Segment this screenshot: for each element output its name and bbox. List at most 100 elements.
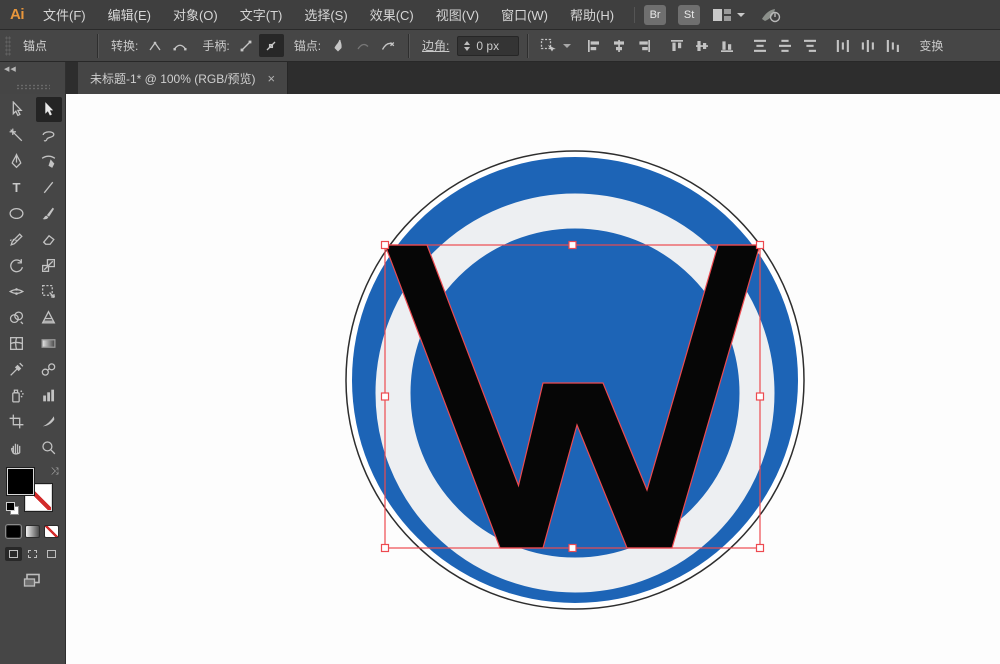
fill-color-swatch[interactable]	[7, 468, 34, 495]
canvas-area[interactable]	[66, 94, 1000, 664]
workspace-switcher-button[interactable]	[712, 7, 745, 23]
align-vertical-center-button[interactable]	[689, 34, 714, 57]
hand-tool[interactable]	[4, 435, 30, 460]
collapse-panel-button[interactable]: ◀◀	[4, 65, 65, 73]
curvature-tool[interactable]	[36, 149, 62, 174]
paintbrush-tool[interactable]	[36, 201, 62, 226]
gpu-performance-button[interactable]	[759, 6, 783, 24]
eraser-tool[interactable]	[36, 227, 62, 252]
eyedropper-tool[interactable]	[4, 357, 30, 382]
scale-tool[interactable]	[36, 253, 62, 278]
close-tab-icon[interactable]: ×	[268, 71, 276, 86]
hide-handles-button[interactable]	[259, 34, 284, 57]
cut-path-button[interactable]	[375, 34, 400, 57]
align-right-icon	[636, 38, 652, 54]
stepper-up-icon[interactable]	[464, 41, 470, 45]
column-graph-tool[interactable]	[36, 383, 62, 408]
rotate-tool-icon	[8, 257, 25, 274]
screen-mode-button[interactable]	[23, 573, 43, 593]
lasso-tool[interactable]	[36, 123, 62, 148]
panel-drag-grip[interactable]	[16, 84, 50, 90]
distribute-top-button[interactable]	[747, 34, 772, 57]
distribute-vertical-center-button[interactable]	[772, 34, 797, 57]
stock-button[interactable]: St	[678, 5, 700, 25]
gradient-tool[interactable]	[36, 331, 62, 356]
distribute-left-button[interactable]	[830, 34, 855, 57]
selection-handle-middle-right[interactable]	[757, 393, 764, 400]
draw-behind-button[interactable]	[24, 547, 41, 561]
selection-handle-top-right[interactable]	[757, 242, 764, 249]
mesh-tool[interactable]	[4, 331, 30, 356]
menu-edit[interactable]: 编辑(E)	[97, 0, 162, 29]
convert-to-corner-button[interactable]	[142, 34, 167, 57]
symbol-sprayer-tool[interactable]	[4, 383, 30, 408]
ellipse-tool[interactable]	[4, 201, 30, 226]
menu-effect[interactable]: 效果(C)	[359, 0, 425, 29]
corner-stepper[interactable]	[464, 41, 470, 51]
shaper-tool[interactable]	[4, 227, 30, 252]
selection-handle-top-center[interactable]	[569, 242, 576, 249]
type-tool[interactable]: T	[4, 175, 30, 200]
draw-normal-button[interactable]	[5, 547, 22, 561]
align-horizontal-center-icon	[611, 38, 627, 54]
distribute-horizontal-center-button[interactable]	[855, 34, 880, 57]
distribute-bottom-button[interactable]	[797, 34, 822, 57]
convert-to-smooth-button[interactable]	[167, 34, 192, 57]
stepper-down-icon[interactable]	[464, 47, 470, 51]
menu-help[interactable]: 帮助(H)	[559, 0, 625, 29]
perspective-grid-tool[interactable]	[36, 305, 62, 330]
align-right-button[interactable]	[631, 34, 656, 57]
distribute-right-button[interactable]	[880, 34, 905, 57]
pen-tool[interactable]	[4, 149, 30, 174]
chevron-down-icon	[737, 13, 745, 17]
zoom-tool[interactable]	[36, 435, 62, 460]
bridge-button[interactable]: Br	[644, 5, 666, 25]
line-segment-tool[interactable]	[36, 175, 62, 200]
document-tab[interactable]: 未标题-1* @ 100% (RGB/预览) ×	[78, 62, 288, 94]
show-handles-button[interactable]	[234, 34, 259, 57]
width-tool[interactable]	[4, 279, 30, 304]
menu-window[interactable]: 窗口(W)	[490, 0, 559, 29]
align-top-button[interactable]	[664, 34, 689, 57]
align-horizontal-center-button[interactable]	[606, 34, 631, 57]
isolate-selection-button[interactable]	[537, 34, 573, 57]
connect-anchor-button[interactable]	[350, 34, 375, 57]
tab-spacer	[66, 62, 78, 94]
corner-radius-field[interactable]: 0 px	[457, 36, 519, 56]
selection-tool[interactable]	[4, 97, 30, 122]
menu-object[interactable]: 对象(O)	[162, 0, 229, 29]
swap-fill-stroke-icon[interactable]: ⤨	[51, 466, 59, 477]
blend-tool[interactable]	[36, 357, 62, 382]
selection-handle-top-left[interactable]	[382, 242, 389, 249]
corner-link[interactable]: 边角:	[422, 37, 449, 54]
rotate-tool[interactable]	[4, 253, 30, 278]
gradient-button[interactable]	[25, 525, 40, 538]
menu-type[interactable]: 文字(T)	[229, 0, 294, 29]
slice-tool-icon	[40, 413, 57, 430]
shape-builder-tool-icon	[8, 309, 25, 326]
direct-selection-tool[interactable]	[36, 97, 62, 122]
artboard-tool[interactable]	[4, 409, 30, 434]
menu-file[interactable]: 文件(F)	[32, 0, 97, 29]
magic-wand-tool[interactable]	[4, 123, 30, 148]
align-bottom-button[interactable]	[714, 34, 739, 57]
control-bar: 锚点 转换: 手柄: 锚点:	[0, 30, 1000, 62]
shape-builder-tool[interactable]	[4, 305, 30, 330]
align-left-button[interactable]	[581, 34, 606, 57]
selection-handle-middle-left[interactable]	[382, 393, 389, 400]
selection-handle-bottom-right[interactable]	[757, 545, 764, 552]
menu-select[interactable]: 选择(S)	[293, 0, 358, 29]
selection-handle-bottom-left[interactable]	[382, 545, 389, 552]
transform-link[interactable]: 变换	[919, 37, 943, 54]
free-transform-tool[interactable]	[36, 279, 62, 304]
none-button[interactable]	[44, 525, 59, 538]
color-button[interactable]	[6, 525, 21, 538]
draw-inside-button[interactable]	[43, 547, 60, 561]
default-fill-stroke-icon[interactable]	[6, 502, 19, 515]
distribute-bottom-icon	[802, 38, 818, 54]
menu-view[interactable]: 视图(V)	[425, 0, 490, 29]
selection-handle-bottom-center[interactable]	[569, 545, 576, 552]
controlbar-grip[interactable]	[5, 36, 11, 56]
remove-anchor-button[interactable]	[325, 34, 350, 57]
slice-tool[interactable]	[36, 409, 62, 434]
